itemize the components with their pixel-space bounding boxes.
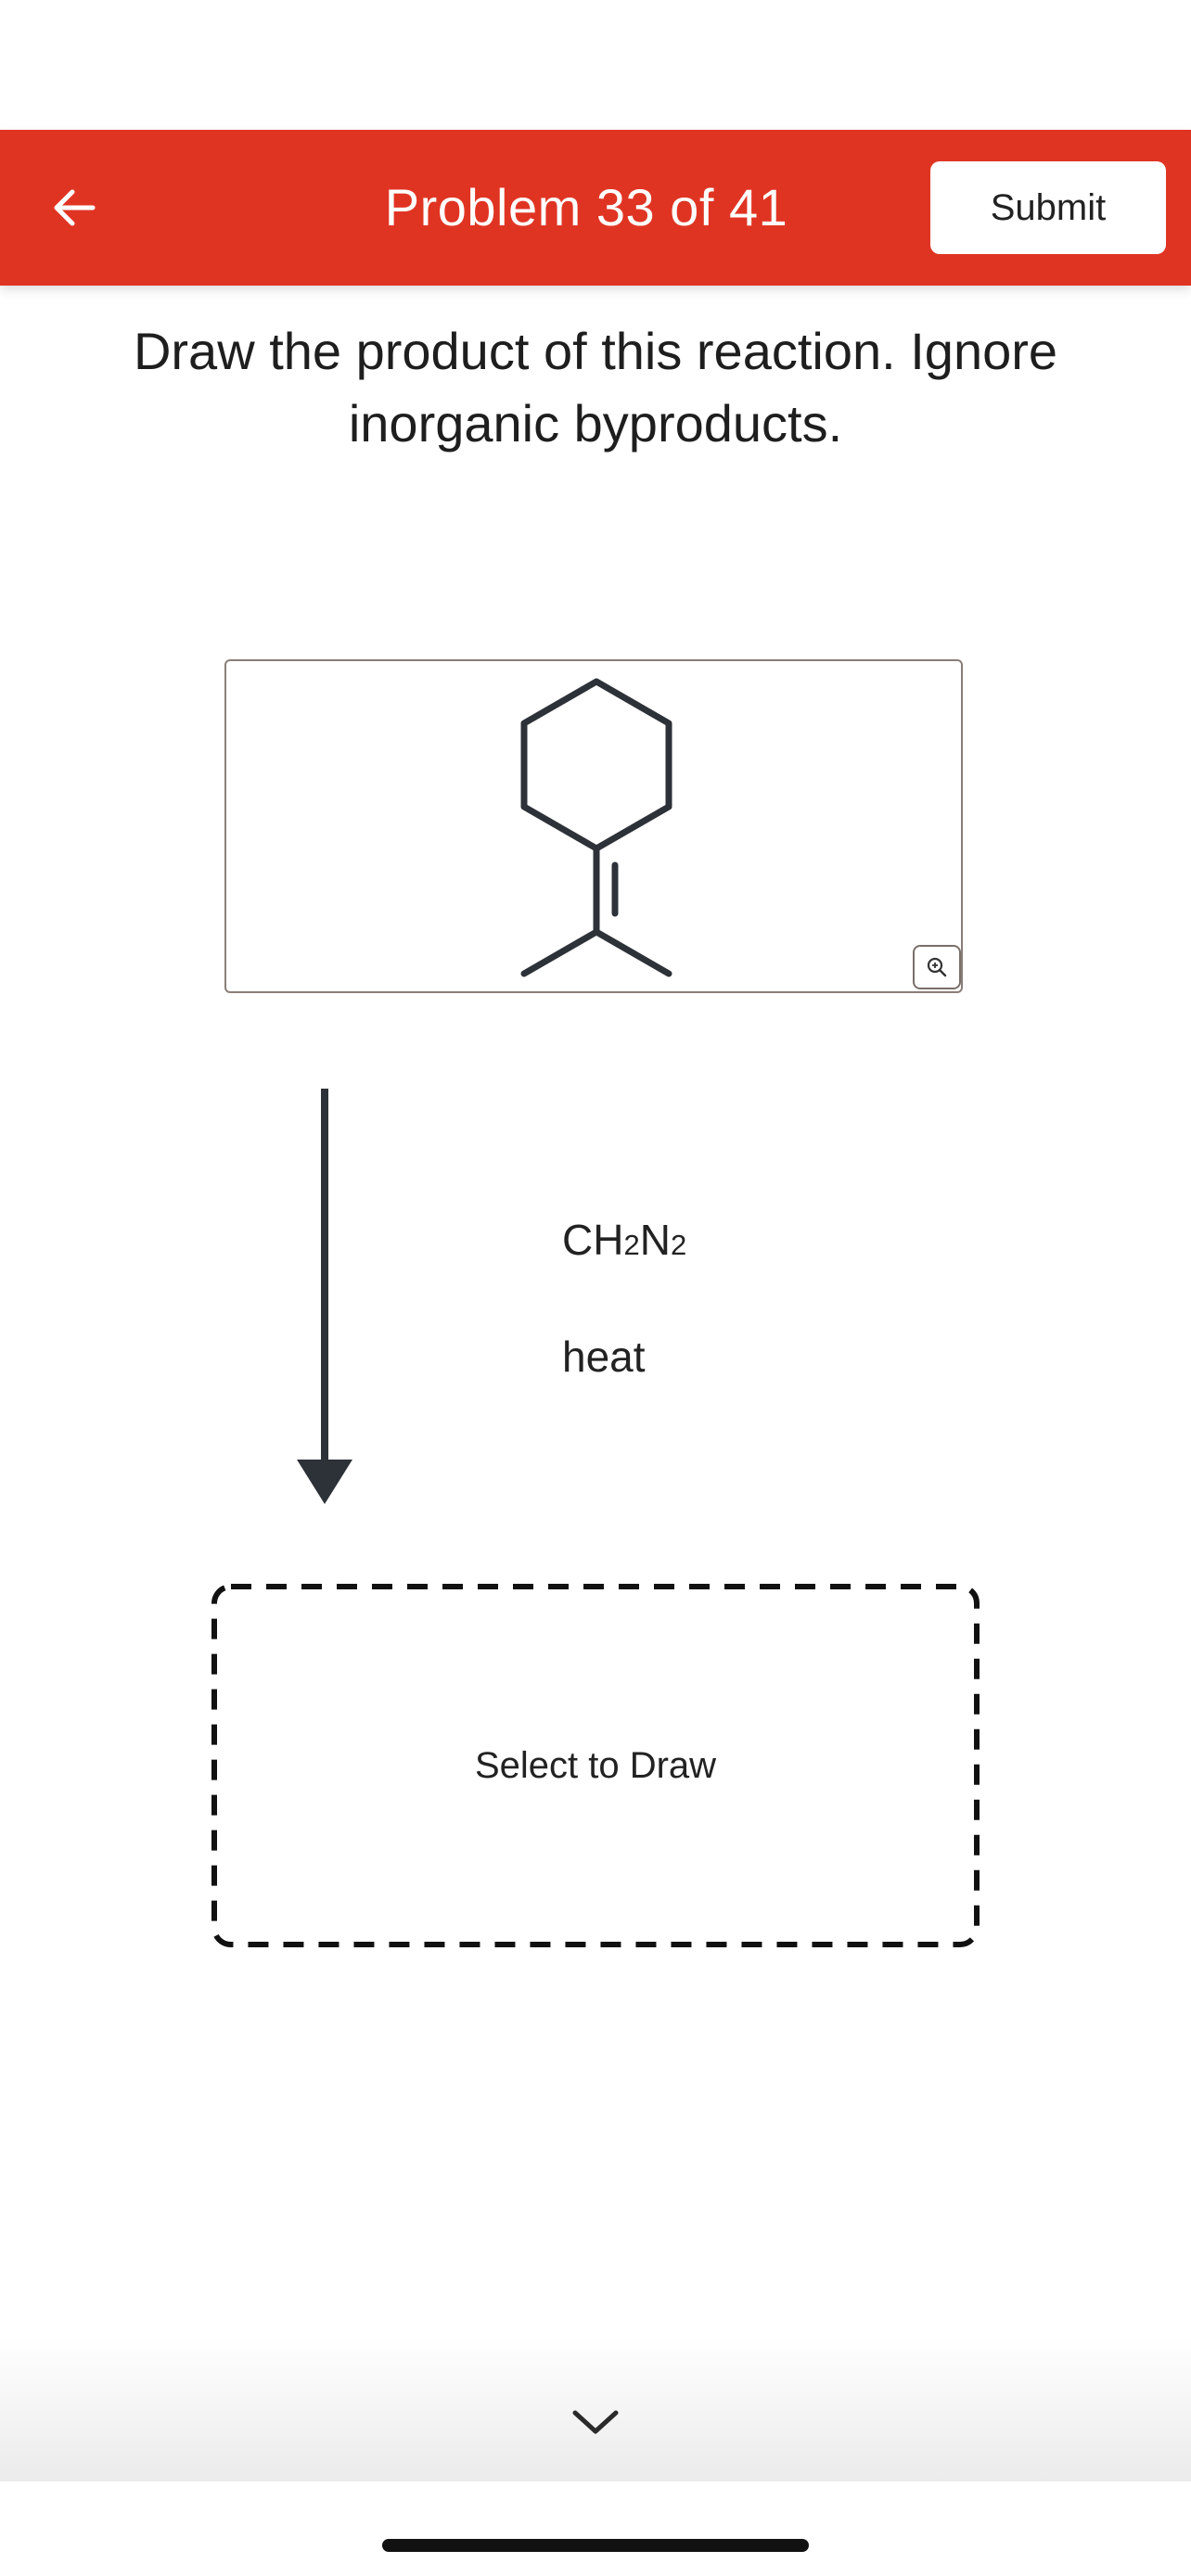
home-indicator[interactable] (382, 2539, 809, 2552)
question-prompt: Draw the product of this reaction. Ignor… (133, 322, 1058, 453)
reactant-molecule (520, 678, 672, 977)
reagent-heat: heat (562, 1333, 646, 1381)
reaction-arrow (297, 1089, 352, 1504)
header-bar: Problem 33 of 41 Submit (0, 130, 1191, 286)
select-to-draw-label: Select to Draw (474, 1744, 717, 1786)
reactant-structure-box (224, 659, 963, 993)
answer-draw-area[interactable]: Select to Draw (211, 1584, 980, 1947)
zoom-in-icon (927, 957, 947, 977)
zoom-button[interactable] (913, 945, 961, 989)
submit-button[interactable]: Submit (930, 161, 1166, 254)
chevron-down-icon (572, 2410, 619, 2434)
expand-toolbar-button[interactable] (566, 2400, 625, 2444)
reagent-diazomethane: CH2N2 (562, 1216, 687, 1264)
